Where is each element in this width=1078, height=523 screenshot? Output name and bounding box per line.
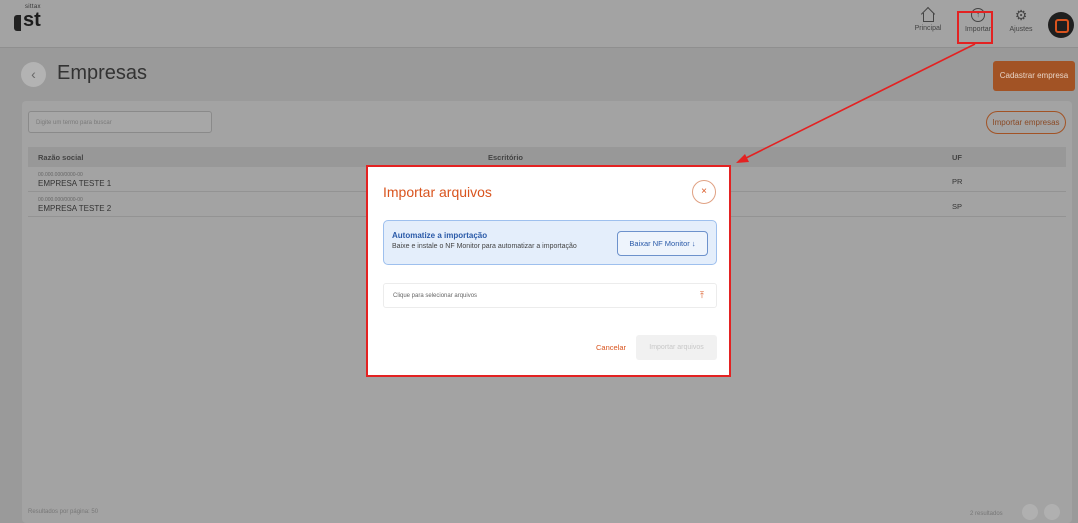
row-name: EMPRESA TESTE 2 [38,204,112,213]
modal-title: Importar arquivos [383,184,492,200]
import-files-button[interactable]: Importar arquivos [636,335,717,360]
gear-icon: ⚙ [1014,7,1028,23]
cancel-button[interactable]: Cancelar [596,343,626,352]
column-header-razao-social[interactable]: Razão social [38,153,83,162]
avatar[interactable] [1048,12,1074,38]
top-bar: sittax st Principal ↑ Importar ⚙ Ajustes [0,0,1078,48]
import-companies-button[interactable]: Importar empresas [986,111,1066,134]
upload-icon: ⤒ [700,290,704,300]
prev-page-button[interactable] [1022,504,1038,520]
nav-home-label: Principal [914,25,942,32]
close-icon[interactable]: × [692,180,716,204]
add-company-button[interactable]: Cadastrar empresa [993,61,1075,91]
table-header: Razão social Escritório UF [28,147,1066,167]
row-uf: SP [952,202,963,211]
automation-info-box: Automatize a importação Baixe e instale … [383,220,717,265]
search-input[interactable]: Digite um termo para buscar [28,111,212,133]
next-page-button[interactable] [1044,504,1060,520]
nav-home[interactable]: Principal [906,8,950,32]
back-button[interactable]: ‹ [21,62,46,87]
column-header-escritorio[interactable]: Escritório [488,153,523,162]
page-title: Empresas [57,62,148,84]
row-cnpj: 00.000.000/0000-00 [38,172,83,178]
import-highlight-box [957,11,993,44]
results-count: 2 resultados [970,511,1003,517]
row-cnpj: 00.000.000/0000-00 [38,197,83,203]
file-select-placeholder: Clique para selecionar arquivos [393,293,478,299]
automation-description: Baixe e instale o NF Monitor para automa… [392,243,577,250]
download-nf-monitor-button[interactable]: Baixar NF Monitor ↓ [617,231,708,256]
row-name: EMPRESA TESTE 1 [38,179,112,188]
logo-mark [14,15,21,31]
row-uf: PR [952,177,963,186]
nav-settings-label: Ajustes [1009,26,1033,33]
home-icon [921,8,935,22]
import-files-modal: Importar arquivos × Automatize a importa… [366,165,731,377]
nav-settings[interactable]: ⚙ Ajustes [999,8,1043,33]
page-size-selector[interactable]: Resultados por página: 50 [28,509,98,515]
automation-title: Automatize a importação [392,231,488,240]
column-header-uf[interactable]: UF [952,153,962,162]
logo-small-text: sittax [25,4,41,10]
logo-big-text: st [23,9,41,31]
file-select-input[interactable]: Clique para selecionar arquivos ⤒ [383,283,717,308]
app-logo[interactable]: sittax st [14,4,41,31]
